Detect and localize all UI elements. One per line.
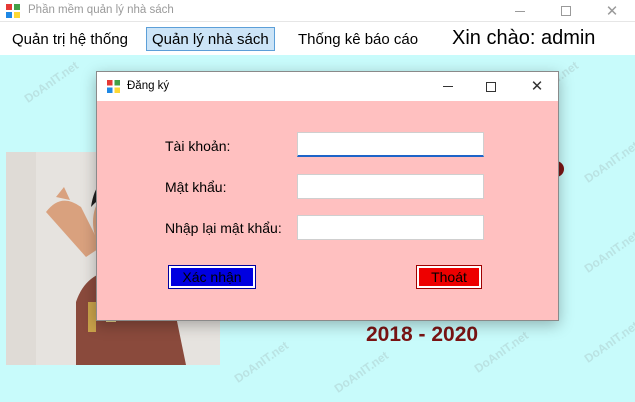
- menu-item-reports[interactable]: Thống kê báo cáo: [292, 27, 424, 51]
- username-input[interactable]: [297, 132, 484, 157]
- years-text: 2018 - 2020: [366, 323, 479, 346]
- exit-button[interactable]: Thoát: [416, 265, 482, 289]
- menu-item-system-admin[interactable]: Quản trị hệ thống: [6, 27, 134, 51]
- dialog-maximize-button[interactable]: [468, 72, 514, 101]
- watermark: DoAnIT.net: [231, 338, 292, 386]
- password-label: Mật khẩu:: [165, 179, 227, 195]
- close-button[interactable]: ✕: [589, 0, 635, 22]
- confirm-button[interactable]: Xác nhận: [168, 265, 256, 289]
- watermark: DoAnIT.net: [581, 228, 635, 276]
- maximize-button[interactable]: [543, 0, 589, 22]
- watermark: DoAnIT.net: [331, 348, 392, 396]
- watermark: DoAnIT.net: [471, 328, 532, 376]
- dialog-titlebar: Đăng ký ✕: [97, 72, 558, 101]
- main-titlebar: Phần mềm quản lý nhà sách ✕: [0, 0, 635, 22]
- watermark: DoAnIT.net: [581, 138, 635, 186]
- dialog-app-icon: [107, 80, 120, 93]
- window-title: Phần mềm quản lý nhà sách: [28, 4, 174, 16]
- maximize-icon: [486, 81, 496, 92]
- close-icon: ✕: [530, 77, 544, 95]
- username-label: Tài khoản:: [165, 138, 231, 154]
- dialog-minimize-button[interactable]: [425, 72, 471, 101]
- confirm-password-input[interactable]: [297, 215, 484, 240]
- watermark: DoAnIT.net: [21, 58, 82, 106]
- watermark: DoAnIT.net: [581, 318, 635, 366]
- dialog-title: Đăng ký: [127, 80, 170, 92]
- maximize-icon: [561, 6, 571, 16]
- minimize-button[interactable]: [497, 0, 543, 22]
- minimize-icon: [515, 10, 525, 12]
- close-icon: ✕: [605, 1, 619, 20]
- password-input[interactable]: [297, 174, 484, 199]
- menu-item-bookstore-management[interactable]: Quản lý nhà sách: [146, 27, 275, 51]
- dialog-close-button[interactable]: ✕: [514, 72, 560, 101]
- register-dialog: Đăng ký ✕ Tài khoản: Mật khẩu: Nhập lại …: [96, 71, 559, 321]
- app-icon: [6, 4, 20, 18]
- confirm-password-label: Nhập lại mật khẩu:: [165, 220, 282, 236]
- minimize-icon: [443, 86, 453, 87]
- greeting-text: Xin chào: admin: [452, 27, 596, 49]
